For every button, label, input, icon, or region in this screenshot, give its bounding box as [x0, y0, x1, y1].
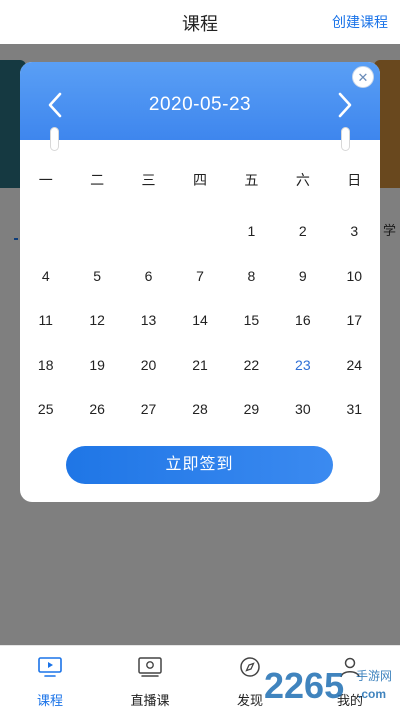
day-cell[interactable]: 16: [277, 311, 328, 356]
tab-label: 发现: [236, 693, 263, 708]
day-cell[interactable]: 10: [329, 267, 380, 312]
day-cell[interactable]: 11: [20, 311, 71, 356]
day-cell[interactable]: 17: [329, 311, 380, 356]
day-cell[interactable]: 23: [277, 356, 328, 401]
day-cell[interactable]: 2: [277, 222, 328, 267]
weekday-label: 一: [38, 172, 53, 188]
profile-icon: [340, 657, 360, 678]
binder-ring-left: [51, 128, 58, 150]
weekday-label: 六: [295, 172, 310, 188]
day-cell[interactable]: 27: [123, 400, 174, 445]
chevron-right-icon: [338, 92, 352, 118]
calendar-date-title: 2020-05-23: [148, 94, 252, 115]
week-row: 4 5 6 7 8 9 10: [20, 267, 380, 312]
day-cell[interactable]: 18: [20, 356, 71, 401]
tab-course[interactable]: 课程: [0, 646, 100, 711]
week-row: 18 19 20 21 22 23 24: [20, 356, 380, 401]
top-bar: 课程 创建课程: [0, 0, 400, 44]
day-cell[interactable]: 4: [20, 267, 71, 312]
day-cell[interactable]: 9: [277, 267, 328, 312]
day-cell[interactable]: 13: [123, 311, 174, 356]
day-cell[interactable]: 22: [226, 356, 277, 401]
tab-live-class[interactable]: 直播课: [100, 646, 200, 711]
day-cell[interactable]: 21: [174, 356, 225, 401]
tab-profile[interactable]: 我的: [300, 646, 400, 711]
close-icon[interactable]: ✕: [352, 66, 374, 88]
day-cell[interactable]: 26: [71, 400, 122, 445]
next-month-button[interactable]: [332, 90, 358, 120]
course-tv-icon: [38, 657, 62, 677]
day-cell[interactable]: 15: [226, 311, 277, 356]
calendar-grid: 1 2 3 4 5 6 7 8 9 10 11 12 13 14 15 16 17 18 19 20 21 22 23 24 2…: [20, 222, 380, 445]
weekday-label: 四: [192, 172, 207, 188]
empty-day-cell: [174, 222, 225, 267]
day-cell[interactable]: 14: [174, 311, 225, 356]
day-cell[interactable]: 24: [329, 356, 380, 401]
empty-day-cell: [20, 222, 71, 267]
day-cell[interactable]: 20: [123, 356, 174, 401]
day-cell[interactable]: 1: [226, 222, 277, 267]
day-cell[interactable]: 12: [71, 311, 122, 356]
tab-label: 我的: [336, 693, 363, 708]
empty-day-cell: [71, 222, 122, 267]
day-cell[interactable]: 25: [20, 400, 71, 445]
sign-in-button[interactable]: 立即签到: [66, 446, 333, 484]
calendar-header: 2020-05-23: [20, 62, 380, 140]
discover-icon: [240, 657, 260, 677]
tab-label: 课程: [36, 693, 63, 708]
binder-ring-right: [342, 128, 349, 150]
day-cell[interactable]: 31: [329, 400, 380, 445]
day-cell[interactable]: 7: [174, 267, 225, 312]
weekday-label: 二: [90, 172, 105, 188]
weekday-label: 五: [244, 172, 259, 188]
calendar-dialog: 2020-05-23 一二三四五六日 1 2 3 4 5 6 7 8 9 10 11 12 13 14 15…: [20, 62, 380, 502]
tab-discover[interactable]: 发现: [200, 646, 300, 711]
day-cell[interactable]: 5: [71, 267, 122, 312]
tab-label: 直播课: [130, 693, 170, 708]
empty-day-cell: [123, 222, 174, 267]
week-row: 123: [20, 222, 380, 267]
week-row: 11 12 13 14 15 16 17: [20, 311, 380, 356]
day-cell[interactable]: 29: [226, 400, 277, 445]
weekday-label: 三: [141, 172, 156, 188]
weekday-header: 一二三四五六日: [20, 170, 380, 190]
weekday-label: 日: [347, 172, 362, 188]
create-course-button[interactable]: 创建课程: [332, 12, 388, 32]
live-class-icon: [138, 657, 162, 677]
day-cell[interactable]: 19: [71, 356, 122, 401]
day-cell[interactable]: 3: [329, 222, 380, 267]
day-cell[interactable]: 8: [226, 267, 277, 312]
week-row: 25 26 27 28 29 30 31: [20, 400, 380, 445]
day-cell[interactable]: 30: [277, 400, 328, 445]
day-cell[interactable]: 28: [174, 400, 225, 445]
day-cell[interactable]: 6: [123, 267, 174, 312]
bottom-tab-bar: 课程 直播课 发现 我的: [0, 645, 400, 711]
